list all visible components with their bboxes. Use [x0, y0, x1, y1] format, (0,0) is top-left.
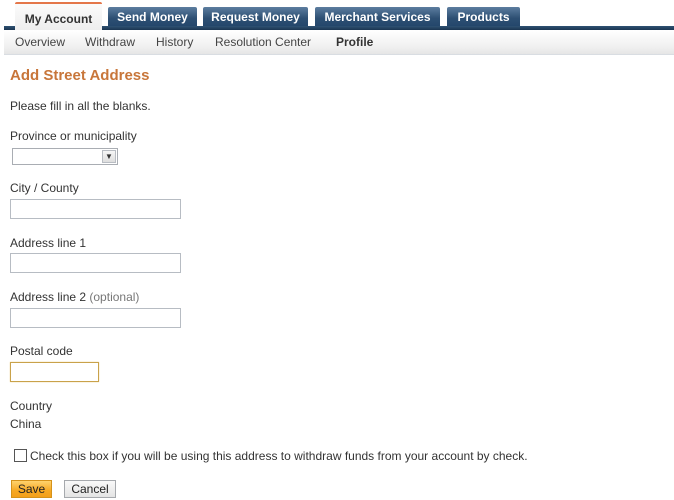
- country-label: Country: [10, 399, 53, 413]
- page-title: Add Street Address: [10, 67, 150, 84]
- tab-products[interactable]: Products: [447, 7, 520, 26]
- province-select[interactable]: ▼: [12, 148, 118, 165]
- subnav-withdraw[interactable]: Withdraw: [85, 35, 135, 49]
- subnav-history[interactable]: History: [156, 35, 193, 49]
- tab-merchant-services[interactable]: Merchant Services: [315, 7, 440, 26]
- subnav-resolution-center[interactable]: Resolution Center: [215, 35, 311, 49]
- city-input[interactable]: [10, 199, 181, 219]
- withdraw-checkbox-label[interactable]: Check this box if you will be using this…: [30, 449, 528, 463]
- country-value: China: [10, 417, 42, 431]
- province-label: Province or municipality: [10, 129, 137, 143]
- address-line-2-label: Address line 2 (optional): [10, 290, 139, 304]
- intro-text: Please fill in all the blanks.: [10, 99, 151, 113]
- withdraw-checkbox[interactable]: [14, 449, 27, 462]
- tab-send-money[interactable]: Send Money: [108, 7, 197, 26]
- subnav-overview[interactable]: Overview: [15, 35, 65, 49]
- optional-hint: (optional): [89, 290, 140, 304]
- main-tab-bar: My Account Send Money Request Money Merc…: [0, 0, 674, 30]
- address-line-1-input[interactable]: [10, 253, 181, 273]
- postal-code-input[interactable]: [10, 362, 99, 382]
- postal-code-label: Postal code: [10, 344, 73, 358]
- sub-navigation: Overview Withdraw History Resolution Cen…: [4, 30, 674, 55]
- address-line-2-label-text: Address line 2: [10, 290, 87, 304]
- tab-request-money[interactable]: Request Money: [203, 7, 308, 26]
- subnav-profile[interactable]: Profile: [336, 35, 373, 49]
- tab-my-account[interactable]: My Account: [15, 2, 102, 30]
- cancel-button[interactable]: Cancel: [64, 480, 116, 498]
- address-line-2-input[interactable]: [10, 308, 181, 328]
- chevron-down-icon[interactable]: ▼: [102, 150, 116, 163]
- save-button[interactable]: Save: [11, 480, 52, 498]
- city-label: City / County: [10, 181, 79, 195]
- address-line-1-label: Address line 1: [10, 236, 87, 250]
- withdraw-check-row: Check this box if you will be using this…: [14, 449, 528, 463]
